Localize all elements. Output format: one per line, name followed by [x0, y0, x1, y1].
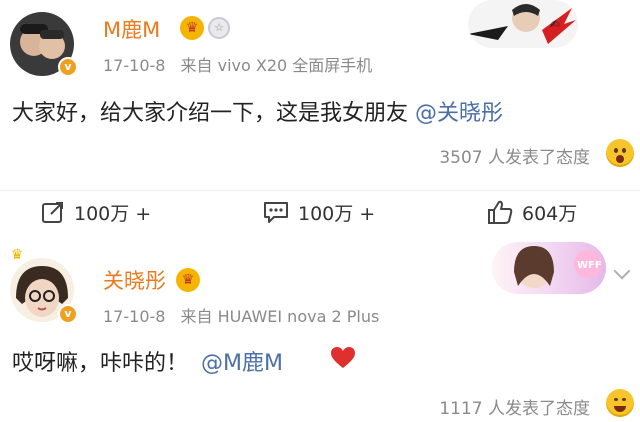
mention-link[interactable]: @M鹿M [201, 351, 283, 376]
post-content: 大家好，给大家介绍一下，这是我女朋友 @关晓彤 [12, 95, 503, 127]
post-text: 大家好，给大家介绍一下，这是我女朋友 [12, 101, 415, 126]
post-content: 哎呀嘛，咔咔的！ @M鹿M [12, 345, 283, 377]
vip-crown-icon: ♛ [176, 268, 200, 292]
mention-link[interactable]: @关晓彤 [415, 101, 503, 126]
chevron-down-icon[interactable] [613, 262, 631, 280]
avatar-crown-icon: ♛ [10, 247, 24, 263]
comment-icon [264, 202, 288, 223]
repost-icon [42, 202, 63, 223]
weibo-post-2: ♛ v 关晓彤 ♛ WFF 17-10-8 来自 HUAWEI nova 2 P… [0, 232, 640, 422]
repost-count: 100万 + [74, 202, 152, 225]
svg-text:✍: ✍ [550, 17, 560, 31]
heart-icon [331, 347, 355, 368]
comment-count: 100万 + [298, 202, 376, 225]
username[interactable]: M鹿M [103, 14, 160, 44]
post-time: 17-10-8 [103, 56, 166, 75]
post-source[interactable]: 来自 vivo X20 全面屏手机 [181, 56, 373, 75]
vip-crown-icon: ♛ [180, 16, 204, 40]
post-time: 17-10-8 [103, 307, 166, 326]
action-bar: 100万 + 100万 + 604万 [0, 190, 640, 232]
surprised-face-icon[interactable] [606, 139, 634, 167]
medal-icon: ☆ [208, 17, 230, 39]
post-meta: 17-10-8 来自 vivo X20 全面屏手机 [103, 52, 372, 76]
post-text: 哎呀嘛，咔咔的！ [12, 351, 189, 376]
reaction-summary[interactable]: 1117 人发表了态度 [439, 394, 590, 419]
comment-button[interactable]: 100万 + [262, 191, 375, 233]
laughing-face-icon[interactable] [606, 389, 634, 417]
card-skin-decoration: WFF [492, 242, 606, 294]
weibo-post-1: v M鹿M ♛ ☆ ✍ 17-10-8 来自 vivo X20 全面屏手机 大家… [0, 0, 640, 190]
post-source[interactable]: 来自 HUAWEI nova 2 Plus [181, 307, 380, 326]
repost-button[interactable]: 100万 + [40, 191, 151, 233]
thumbs-up-icon [488, 200, 513, 224]
verified-badge-icon: v [58, 304, 78, 324]
reaction-summary[interactable]: 3507 人发表了态度 [439, 143, 590, 168]
verified-badge-icon: v [58, 57, 78, 77]
like-count: 604万 [522, 202, 578, 225]
like-button[interactable]: 604万 [486, 191, 577, 233]
svg-text:WFF: WFF [577, 260, 602, 271]
username[interactable]: 关晓彤 [103, 265, 166, 295]
post-meta: 17-10-8 来自 HUAWEI nova 2 Plus [103, 303, 379, 327]
card-skin-decoration: ✍ [468, 0, 578, 48]
